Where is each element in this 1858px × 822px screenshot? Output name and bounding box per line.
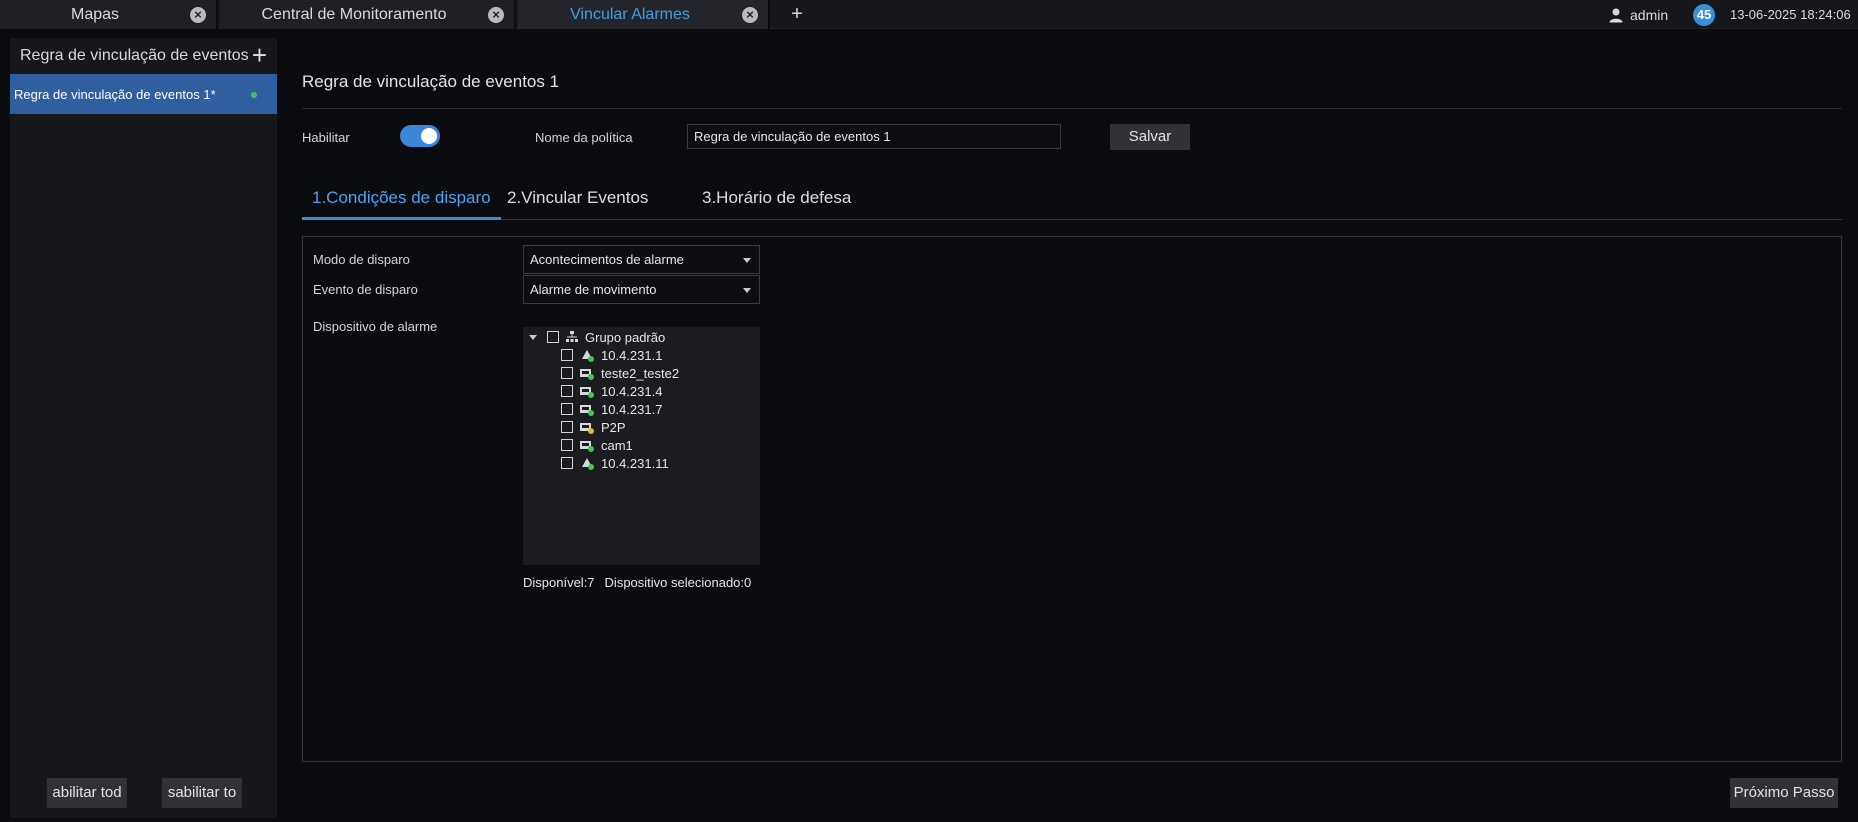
tree-group-row[interactable]: Grupo padrão	[529, 327, 665, 347]
device-label: P2P	[601, 419, 626, 435]
alarm-device-label: Dispositivo de alarme	[313, 319, 438, 334]
tree-device-row[interactable]: teste2_teste2	[561, 363, 679, 383]
device-label: cam1	[601, 437, 633, 453]
checkbox[interactable]	[561, 457, 573, 469]
trigger-event-select[interactable]: Alarme de movimento	[523, 275, 760, 304]
trigger-mode-select[interactable]: Acontecimentos de alarme	[523, 245, 760, 274]
dome-camera-icon	[582, 350, 594, 362]
checkbox[interactable]	[561, 385, 573, 397]
policy-name-input[interactable]: Regra de vinculação de eventos 1	[687, 124, 1061, 149]
enable-all-label: abilitar tod	[52, 784, 122, 801]
device-summary: Disponível:7 Dispositivo selecionado:0	[523, 575, 751, 590]
checkbox[interactable]	[561, 403, 573, 415]
trigger-mode-label: Modo de disparo	[313, 252, 410, 267]
add-tab-button[interactable]: +	[784, 0, 810, 29]
tab-mapas[interactable]: Mapas ×	[0, 0, 218, 29]
checkbox[interactable]	[561, 349, 573, 361]
tree-device-row[interactable]: cam1	[561, 435, 633, 455]
datetime-display: 13-06-2025 18:24:06	[1730, 7, 1851, 22]
rule-label: Regra de vinculação de eventos 1*	[14, 86, 216, 102]
close-icon[interactable]: ×	[190, 6, 206, 23]
p2p-device-icon	[580, 423, 594, 434]
policy-name-label: Nome da política	[535, 130, 633, 145]
device-label: 10.4.231.1	[601, 347, 663, 363]
dome-camera-icon	[582, 458, 594, 470]
tree-device-row[interactable]: 10.4.231.4	[561, 381, 662, 401]
checkbox[interactable]	[561, 421, 573, 433]
trigger-mode-value: Acontecimentos de alarme	[530, 252, 684, 267]
selected-count: Dispositivo selecionado:0	[604, 575, 752, 590]
close-icon[interactable]: ×	[488, 6, 504, 23]
group-label: Grupo padrão	[585, 329, 666, 345]
notification-badge[interactable]: 45	[1693, 4, 1715, 26]
save-button[interactable]: Salvar	[1110, 124, 1190, 150]
tab-label: Central de Monitoramento	[261, 5, 447, 23]
tab-label: Mapas	[70, 5, 120, 23]
nvr-icon	[580, 441, 594, 452]
trigger-conditions-panel: Modo de disparo Acontecimentos de alarme…	[302, 236, 1842, 762]
toggle-knob	[421, 128, 437, 144]
device-label: teste2_teste2	[601, 365, 680, 381]
next-step-button[interactable]: Próximo Passo	[1730, 778, 1838, 808]
tree-device-row[interactable]: 10.4.231.7	[561, 399, 662, 419]
step-tabs: 1.Condições de disparo 2.Vincular Evento…	[302, 184, 1842, 220]
chevron-down-icon	[743, 288, 751, 293]
sidebar-title: Regra de vinculação de eventos	[20, 47, 249, 64]
tab-label: Vincular Alarmes	[570, 5, 690, 23]
divider	[302, 108, 1842, 109]
enable-label: Habilitar	[302, 130, 350, 145]
chevron-down-icon	[743, 258, 751, 263]
enable-all-button[interactable]: abilitar tod	[47, 778, 127, 808]
tab-trigger-conditions[interactable]: 1.Condições de disparo	[302, 184, 501, 220]
enable-toggle[interactable]	[400, 125, 440, 147]
nvr-icon	[580, 405, 594, 416]
tab-defense-schedule[interactable]: 3.Horário de defesa	[702, 184, 851, 220]
close-icon[interactable]: ×	[742, 6, 758, 23]
sidebar-header: Regra de vinculação de eventos +	[10, 38, 277, 74]
tab-vincular-alarmes[interactable]: Vincular Alarmes ×	[518, 0, 770, 29]
user-icon	[1609, 8, 1623, 23]
checkbox[interactable]	[561, 367, 573, 379]
nvr-icon	[580, 369, 594, 380]
main-panel: Regra de vinculação de eventos 1 Habilit…	[278, 38, 1858, 822]
add-rule-button[interactable]: +	[252, 42, 267, 68]
device-label: 10.4.231.11	[601, 455, 669, 471]
checkbox[interactable]	[547, 331, 559, 343]
device-label: 10.4.231.4	[601, 383, 663, 399]
checkbox[interactable]	[561, 439, 573, 451]
trigger-event-value: Alarme de movimento	[530, 282, 657, 297]
user-menu[interactable]: admin	[1608, 6, 1668, 24]
tree-device-row[interactable]: 10.4.231.1	[561, 345, 662, 365]
tree-device-row[interactable]: P2P	[561, 417, 626, 437]
device-label: 10.4.231.7	[601, 401, 663, 417]
device-tree: Grupo padrão 10.4.231.1 teste2_teste2 10…	[523, 327, 760, 565]
expand-icon[interactable]	[529, 334, 537, 340]
tree-device-row[interactable]: 10.4.231.11	[561, 453, 669, 473]
tab-bar: Mapas × Central de Monitoramento × Vincu…	[0, 0, 1858, 29]
rule-status-dot	[251, 92, 257, 98]
username: admin	[1630, 7, 1669, 23]
nvr-icon	[580, 387, 594, 398]
tab-link-events[interactable]: 2.Vincular Eventos	[507, 184, 648, 220]
page-title: Regra de vinculação de eventos 1	[302, 72, 560, 91]
tab-central-de-monitoramento[interactable]: Central de Monitoramento ×	[220, 0, 516, 29]
disable-all-button[interactable]: sabilitar to	[162, 778, 242, 808]
rule-list-item[interactable]: Regra de vinculação de eventos 1*	[10, 74, 277, 114]
org-group-icon	[566, 331, 578, 342]
rule-sidebar: Regra de vinculação de eventos + Regra d…	[10, 38, 277, 818]
trigger-event-label: Evento de disparo	[313, 282, 418, 297]
disable-all-label: sabilitar to	[167, 784, 237, 801]
available-count: Disponível:7	[523, 575, 595, 590]
